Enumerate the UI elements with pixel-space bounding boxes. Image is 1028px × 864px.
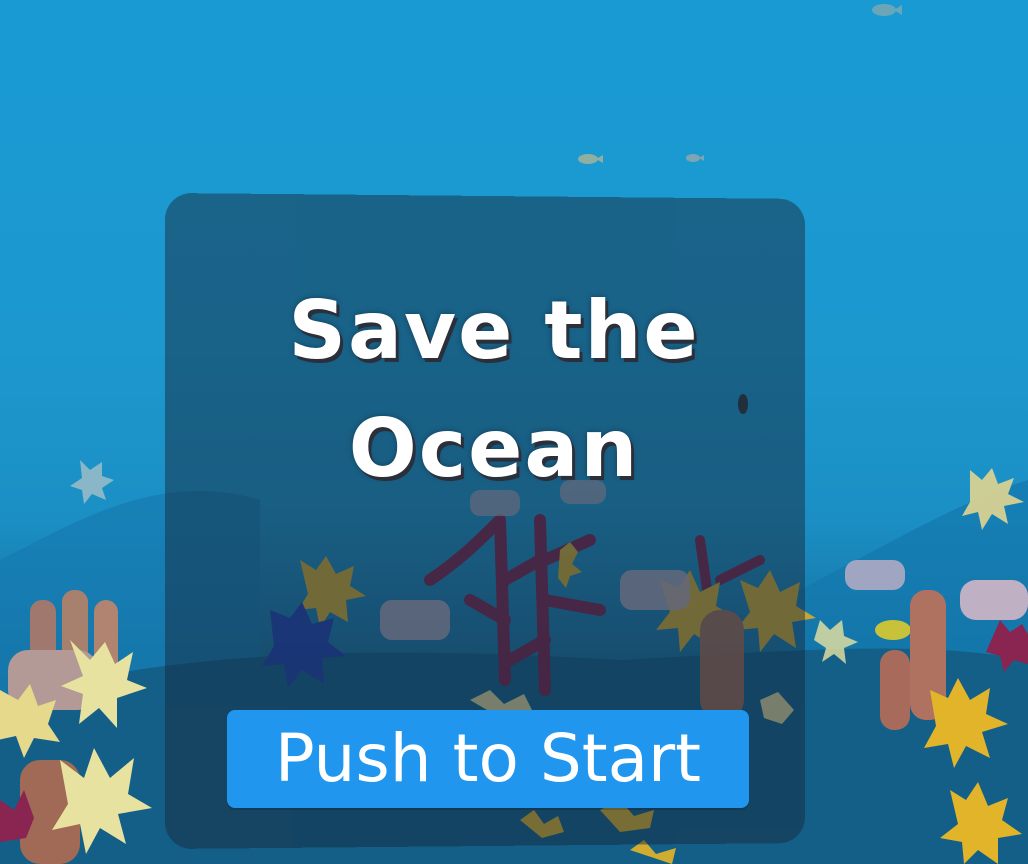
- fish-middle-1: [578, 154, 603, 164]
- underwater-scene: Save the Ocean Push to Start: [0, 0, 1028, 864]
- push-to-start-button[interactable]: Push to Start: [227, 710, 749, 808]
- fish-top-right: [872, 4, 902, 16]
- game-title: Save the Ocean: [288, 284, 700, 495]
- fish-middle-2: [686, 154, 704, 162]
